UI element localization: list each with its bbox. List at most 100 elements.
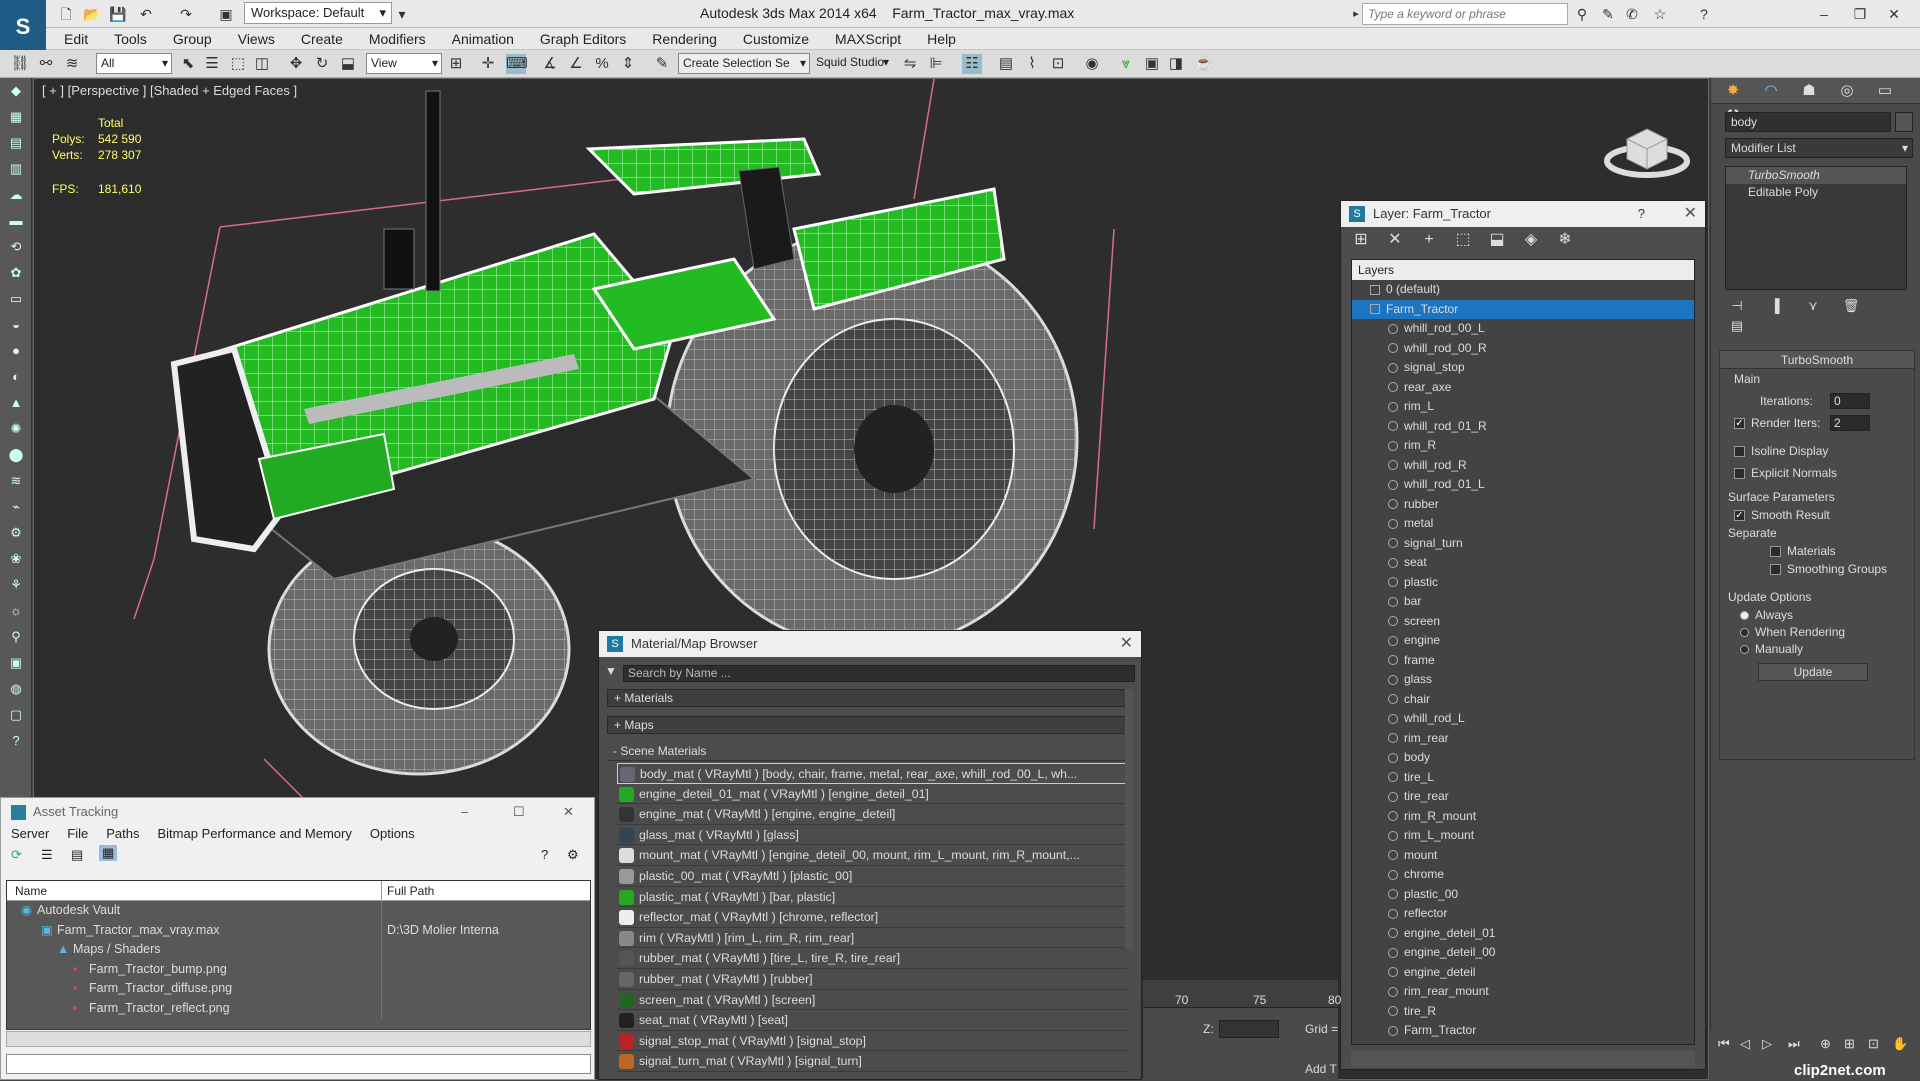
new-file-icon[interactable]: 🗋 (56, 4, 76, 24)
scene-materials-section[interactable]: - Scene Materials (607, 743, 1127, 761)
display-tab-icon[interactable]: ▭ (1869, 79, 1901, 103)
material-item[interactable]: signal_stop_mat ( VRayMtl ) [signal_stop… (617, 1031, 1127, 1052)
layer-object-item[interactable]: signal_turn (1352, 534, 1694, 554)
save-icon[interactable]: 💾 (108, 4, 128, 24)
edit-named-selection-icon[interactable]: ✎ (652, 54, 672, 74)
tool-icon-13[interactable]: ▲ (0, 390, 32, 416)
asset-row[interactable]: ▣ Farm_Tractor_max_vray.max D:\3D Molier I… (7, 920, 590, 940)
material-item[interactable]: reflector_mat ( VRayMtl ) [chrome, refle… (617, 907, 1127, 928)
tool-icon-24[interactable]: ◍ (0, 676, 32, 702)
make-unique-icon[interactable]: ⋎ (1801, 298, 1825, 318)
menu-graph-editors[interactable]: Graph Editors (540, 28, 626, 47)
layer-object-item[interactable]: engine_deteil_00 (1352, 943, 1694, 963)
render-iterative-icon[interactable]: ☕ (1194, 54, 1214, 74)
highlight-layer-icon[interactable]: ⬓ (1483, 227, 1511, 253)
layer-farm-tractor[interactable]: Farm_Tractor (1352, 299, 1694, 319)
squid-studio-label[interactable]: Squid Studio v (812, 53, 892, 88)
menu-edit[interactable]: Edit (64, 28, 88, 47)
separate-smoothing-groups-checkbox[interactable]: Smoothing Groups (1770, 561, 1887, 577)
tool-icon-20[interactable]: ⚘ (0, 572, 32, 598)
titlebar-menu-arrow-icon[interactable]: ▾ (392, 4, 412, 24)
material-item[interactable]: rubber_mat ( VRayMtl ) [rubber] (617, 969, 1127, 990)
zoom-all-icon[interactable]: ⊞ (1844, 1036, 1855, 1052)
material-browser-scrollbar[interactable] (1125, 689, 1133, 949)
material-item[interactable]: engine_mat ( VRayMtl ) [engine, engine_d… (617, 804, 1127, 825)
update-always-radio[interactable]: Always (1740, 607, 1793, 623)
material-item[interactable]: engine_deteil_01_mat ( VRayMtl ) [engine… (617, 784, 1127, 805)
curve-editor-icon[interactable]: ⌇ (1022, 54, 1042, 74)
tool-icon-12[interactable]: ◐ (0, 364, 32, 390)
maps-section[interactable]: + Maps (607, 716, 1127, 734)
material-item[interactable]: body_mat ( VRayMtl ) [body, chair, frame… (617, 763, 1127, 784)
asset-row[interactable]: ▪ Farm_Tractor_reflect.png (7, 998, 590, 1018)
asset-table[interactable]: Name Full Path ◉ Autodesk Vault ▣ Farm_Trac… (6, 880, 591, 1030)
zoom-extents-icon[interactable]: ⊡ (1868, 1036, 1879, 1052)
explicit-normals-checkbox[interactable]: Explicit Normals (1734, 465, 1837, 481)
restore-icon[interactable]: ❐ (1850, 4, 1870, 24)
layer-object-item[interactable]: signal_stop (1352, 358, 1694, 378)
menu-animation[interactable]: Animation (452, 28, 514, 47)
layer-object-item[interactable]: reflector (1352, 904, 1694, 924)
layer-object-item[interactable]: engine (1352, 631, 1694, 651)
scale-icon[interactable]: ⬓ (338, 54, 358, 74)
layer-object-item[interactable]: whill_rod_01_R (1352, 417, 1694, 437)
rendered-frame-window-icon[interactable]: ▣ (1142, 54, 1162, 74)
material-editor-icon[interactable]: ◉ (1082, 54, 1102, 74)
asset-menu-file[interactable]: File (67, 826, 88, 841)
layer-object-item[interactable]: frame (1352, 651, 1694, 671)
menu-views[interactable]: Views (238, 28, 275, 47)
tool-icon-14[interactable]: ✺ (0, 416, 32, 442)
update-button[interactable]: Update (1758, 663, 1868, 681)
scene-materials-list[interactable]: body_mat ( VRayMtl ) [body, chair, frame… (617, 763, 1127, 1081)
schematic-view-icon[interactable]: ⊡ (1048, 54, 1068, 74)
tool-icon-1[interactable]: ◆ (0, 78, 32, 104)
project-folder-icon[interactable]: ▣ (216, 4, 236, 24)
window-crossing-icon[interactable]: ◫ (252, 54, 272, 74)
object-name-field[interactable]: body (1725, 112, 1891, 132)
move-icon[interactable]: ✥ (286, 54, 306, 74)
subscription-icon[interactable]: ✎ (1598, 4, 1618, 24)
layer-object-item[interactable]: tire_R (1352, 1002, 1694, 1022)
workspace-dropdown[interactable]: Workspace: Default (244, 2, 392, 24)
layer-object-item[interactable]: screen (1352, 612, 1694, 632)
stack-item-turbosmooth[interactable]: TurboSmooth (1726, 167, 1906, 184)
col-full-path[interactable]: Full Path (387, 881, 434, 901)
asset-menu-bitmap[interactable]: Bitmap Performance and Memory (158, 826, 352, 841)
layer-tree[interactable]: Layers 0 (default) Farm_Tractor whill_ro… (1351, 259, 1695, 1045)
layer-object-item[interactable]: rim_rear_mount (1352, 982, 1694, 1002)
tool-icon-26[interactable]: ? (0, 728, 32, 754)
tool-icon-15[interactable]: ⬤ (0, 442, 32, 468)
close-icon[interactable]: ✕ (1884, 4, 1904, 24)
tool-icon-11[interactable]: ● (0, 338, 32, 364)
tool-icon-18[interactable]: ⚙ (0, 520, 32, 546)
unlink-icon[interactable]: ⚯ (36, 54, 56, 74)
isoline-display-checkbox[interactable]: Isoline Display (1734, 443, 1828, 459)
layer-object-item[interactable]: rim_rear (1352, 729, 1694, 749)
tool-icon-23[interactable]: ▣ (0, 650, 32, 676)
hierarchy-tab-icon[interactable]: ☗ (1793, 79, 1825, 103)
asset-row[interactable]: ▪ Farm_Tractor_bump.png (7, 959, 590, 979)
create-tab-icon[interactable]: ✸ (1717, 79, 1749, 103)
layer-object-item[interactable]: rim_R_mount (1352, 807, 1694, 827)
go-to-start-icon[interactable]: ⏮ (1718, 1036, 1730, 1052)
material-browser-close-icon[interactable]: ✕ (1120, 631, 1133, 657)
col-name[interactable]: Name (15, 881, 47, 901)
tool-icon-7[interactable]: ⟲ (0, 234, 32, 260)
communication-icon[interactable]: ✆ (1622, 4, 1642, 24)
layer-dialog-close-icon[interactable]: ✕ (1684, 201, 1697, 227)
layer-dialog-help-button[interactable]: ? (1638, 201, 1645, 227)
favorites-star-icon[interactable]: ☆ (1650, 4, 1670, 24)
layer-object-item[interactable]: rim_L_mount (1352, 826, 1694, 846)
layer-object-item[interactable]: chrome (1352, 865, 1694, 885)
asset-settings-icon[interactable]: ⚙ (567, 847, 579, 863)
play-icon[interactable]: ▷ (1762, 1036, 1772, 1052)
spinner-snap-icon[interactable]: ⇕ (618, 54, 638, 74)
table-view-icon[interactable]: ▦ (99, 845, 118, 861)
layer-object-item[interactable]: tire_rear (1352, 787, 1694, 807)
menu-rendering[interactable]: Rendering (652, 28, 717, 47)
snaps-toggle-icon[interactable]: ∡ (540, 54, 560, 74)
tool-icon-3[interactable]: ▤ (0, 130, 32, 156)
layer-object-item[interactable]: whill_rod_00_R (1352, 339, 1694, 359)
layer-object-item[interactable]: bar (1352, 592, 1694, 612)
modifier-list-dropdown[interactable]: Modifier List ▾ (1725, 138, 1913, 158)
